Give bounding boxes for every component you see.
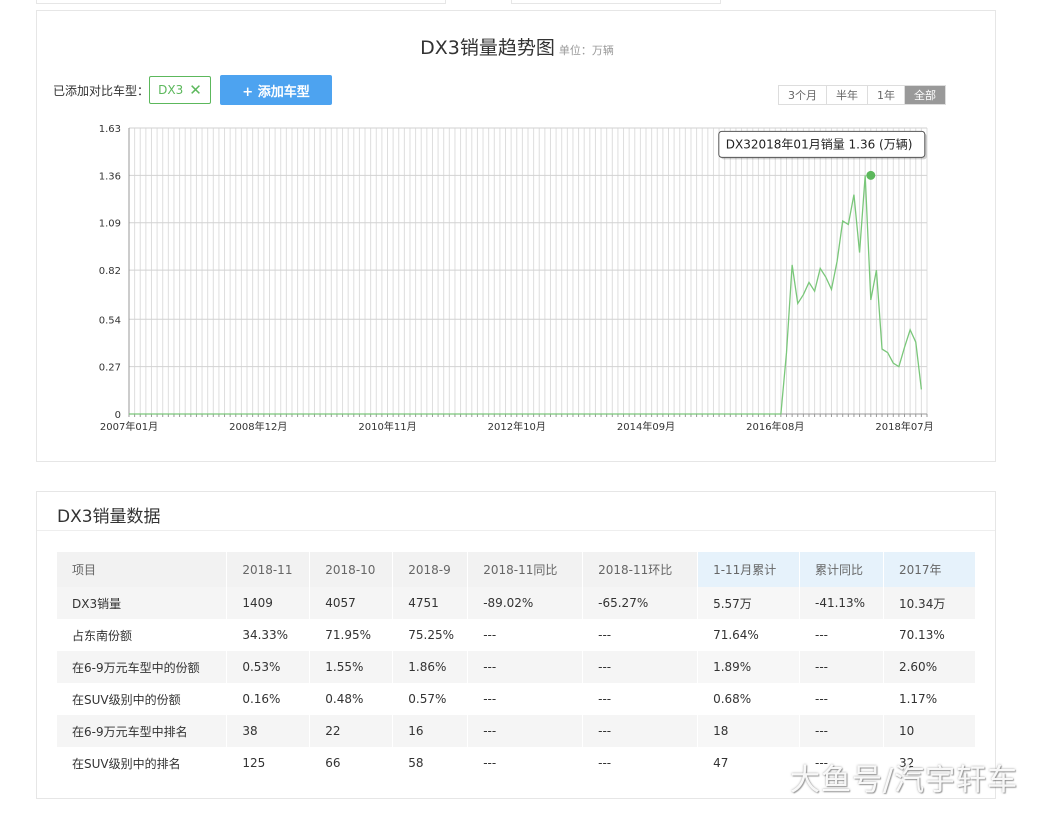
table-cell: 10 xyxy=(883,715,977,747)
table-cell: 1.55% xyxy=(309,651,394,683)
table-header-cell[interactable]: 2018-11同比 xyxy=(467,552,584,587)
table-cell: --- xyxy=(467,715,584,747)
table-cell: --- xyxy=(582,683,699,715)
top-tab-strip xyxy=(36,0,996,6)
table-header-cell[interactable]: 1-11月累计 xyxy=(697,552,800,587)
table-header-cell[interactable]: 2017年 xyxy=(883,552,977,587)
table-header-cell[interactable]: 2018-11 xyxy=(226,552,311,587)
table-header-cell[interactable]: 累计同比 xyxy=(799,552,884,587)
highlight-point xyxy=(866,170,876,180)
table-title: DX3销量数据 xyxy=(57,507,161,527)
table-cell: --- xyxy=(582,619,699,651)
table-cell: --- xyxy=(582,651,699,683)
table-cell: 0.16% xyxy=(226,683,311,715)
table-cell: 1.86% xyxy=(392,651,469,683)
y-tick-label: 0.54 xyxy=(99,315,121,326)
table-cell: --- xyxy=(467,619,584,651)
table-cell: 34.33% xyxy=(226,619,311,651)
table-cell: 占东南份额 xyxy=(57,619,228,651)
table-row: 在6-9万元车型中排名 38 22 16 --- --- 18 --- 10 xyxy=(57,715,977,747)
table-header-cell[interactable]: 项目 xyxy=(57,552,228,587)
table-cell: 18 xyxy=(697,715,800,747)
table-cell: --- xyxy=(799,651,884,683)
table-cell: --- xyxy=(467,683,584,715)
table-row: 在6-9万元车型中的份额 0.53% 1.55% 1.86% --- --- 1.89% --… xyxy=(57,651,977,683)
x-tick-label: 2008年12月 xyxy=(229,420,287,433)
table-cell: 125 xyxy=(226,747,311,779)
table-header-cell[interactable]: 2018-10 xyxy=(309,552,394,587)
x-tick-label: 2010年11月 xyxy=(358,420,416,433)
x-tick-label: 2007年01月 xyxy=(100,420,158,433)
x-tick-label: 2012年10月 xyxy=(488,420,546,433)
tooltip-text: DX32018年01月销量 1.36 (万辆) xyxy=(726,137,913,151)
table-cell: 2.60% xyxy=(883,651,977,683)
table-cell: --- xyxy=(582,747,699,779)
sales-data-panel: DX3销量数据 项目 2018-11 2018-10 2018-9 2018-11同比 2… xyxy=(36,491,996,799)
series-line-dx3 xyxy=(129,175,923,415)
y-tick-label: 1.09 xyxy=(99,219,121,230)
table-cell: 38 xyxy=(226,715,311,747)
table-cell: 47 xyxy=(697,747,800,779)
y-tick-label: 0.27 xyxy=(99,363,121,374)
table-cell: 66 xyxy=(309,747,394,779)
table-header-cell[interactable]: 2018-11环比 xyxy=(582,552,699,587)
watermark: 大鱼号/汽宇轩车 xyxy=(790,763,1019,798)
table-header-row: 项目 2018-11 2018-10 2018-9 2018-11同比 2018-11环比… xyxy=(57,552,977,587)
table-cell: 0.68% xyxy=(697,683,800,715)
table-cell: 1409 xyxy=(226,587,311,619)
table-cell: 0.57% xyxy=(392,683,469,715)
table-row: 在SUV级别中的份额 0.16% 0.48% 0.57% --- --- 0.68% --- 1… xyxy=(57,683,977,715)
table-cell: 16 xyxy=(392,715,469,747)
table-cell: 1.17% xyxy=(883,683,977,715)
table-cell: --- xyxy=(582,715,699,747)
table-cell: 在6-9万元车型中排名 xyxy=(57,715,228,747)
y-tick-label: 0.82 xyxy=(99,266,121,277)
table-cell: 71.95% xyxy=(309,619,394,651)
table-cell: 1.89% xyxy=(697,651,800,683)
y-tick-label: 1.36 xyxy=(99,171,121,182)
table-row: DX3销量 1409 4057 4751 -89.02% -65.27% 5.57万 -41.… xyxy=(57,587,977,619)
x-tick-label: 2014年09月 xyxy=(617,420,675,433)
table-divider xyxy=(37,530,995,531)
table-cell: -41.13% xyxy=(799,587,884,619)
x-tick-label: 2018年07月 xyxy=(875,420,933,433)
table-cell: 5.57万 xyxy=(697,587,800,619)
table-cell: 4751 xyxy=(392,587,469,619)
table-cell: 71.64% xyxy=(697,619,800,651)
table-cell: 0.53% xyxy=(226,651,311,683)
table-cell: 70.13% xyxy=(883,619,977,651)
table-cell: 10.34万 xyxy=(883,587,977,619)
sales-data-table: 项目 2018-11 2018-10 2018-9 2018-11同比 2018-11环比… xyxy=(57,552,977,779)
table-cell: --- xyxy=(799,619,884,651)
table-cell: -65.27% xyxy=(582,587,699,619)
table-header-cell[interactable]: 2018-9 xyxy=(392,552,469,587)
table-cell: 在SUV级别中的排名 xyxy=(57,747,228,779)
table-cell: -89.02% xyxy=(467,587,584,619)
top-tab-right[interactable] xyxy=(511,0,721,4)
y-tick-label: 0 xyxy=(115,410,121,421)
table-cell: 22 xyxy=(309,715,394,747)
table-cell: --- xyxy=(467,747,584,779)
top-tab-left[interactable] xyxy=(36,0,446,4)
table-cell: 在SUV级别中的份额 xyxy=(57,683,228,715)
table-cell: 在6-9万元车型中的份额 xyxy=(57,651,228,683)
table-cell: --- xyxy=(799,683,884,715)
table-row: 占东南份额 34.33% 71.95% 75.25% --- --- 71.64% --- 70… xyxy=(57,619,977,651)
table-cell: 75.25% xyxy=(392,619,469,651)
sales-trend-panel: DX3销量趋势图 单位：万辆 已添加对比车型： DX3 ✕ + 添加车型 3个月半… xyxy=(36,10,996,462)
table-cell: 4057 xyxy=(309,587,394,619)
x-tick-label: 2016年08月 xyxy=(746,420,804,433)
table-cell: 58 xyxy=(392,747,469,779)
table-cell: DX3销量 xyxy=(57,587,228,619)
table-cell: --- xyxy=(467,651,584,683)
sales-line-chart: 0 0.27 0.54 0.82 1.09 1.36 1.63 2007年01月 2008年12… xyxy=(99,124,934,433)
y-tick-label: 1.63 xyxy=(99,124,121,135)
table-cell: 0.48% xyxy=(309,683,394,715)
table-cell: --- xyxy=(799,715,884,747)
